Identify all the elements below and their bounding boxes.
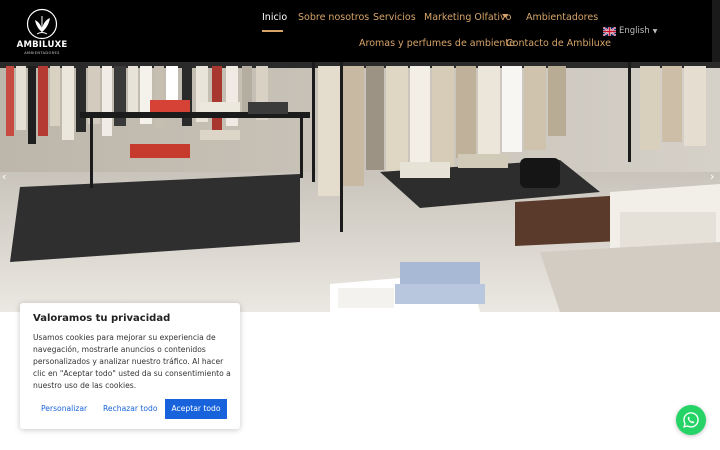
slider-next-arrow[interactable]: ›	[710, 170, 714, 183]
accept-all-button[interactable]: Aceptar todo	[165, 399, 227, 419]
hero-slider: ‹ ›	[0, 62, 720, 312]
language-label: English	[619, 26, 650, 36]
brand-tagline: AMBIENTADORES	[24, 51, 60, 55]
nav-item-sobre-nosotros[interactable]: Sobre nosotros	[298, 12, 369, 23]
uk-flag-icon	[603, 26, 616, 36]
store-interior-image	[0, 62, 720, 312]
site-header: AMBILUXE AMBIENTADORES Inicio Sobre noso…	[0, 0, 720, 62]
nav-item-ambientadores[interactable]: Ambientadores	[526, 12, 598, 23]
header-edge	[712, 0, 720, 62]
reject-all-button[interactable]: Rechazar todo	[103, 399, 158, 419]
slider-prev-arrow[interactable]: ‹	[2, 170, 6, 183]
leaf-logo-icon	[26, 8, 58, 40]
caret-down-icon: ▼	[652, 27, 658, 35]
nav-item-aromas[interactable]: Aromas y perfumes de ambiente	[359, 38, 515, 49]
nav-item-marketing-olfativo[interactable]: Marketing Olfativo	[424, 12, 511, 23]
cookie-consent-banner: Valoramos tu privacidad Usamos cookies p…	[20, 303, 240, 429]
whatsapp-icon	[683, 412, 699, 428]
chevron-down-icon[interactable]	[502, 14, 508, 18]
brand-name: AMBILUXE	[16, 40, 68, 50]
brand-logo[interactable]: AMBILUXE AMBIENTADORES	[14, 8, 70, 56]
language-switcher[interactable]: English ▼	[603, 25, 657, 37]
customize-button[interactable]: Personalizar	[41, 399, 87, 419]
whatsapp-button[interactable]	[676, 405, 706, 435]
nav-item-contacto[interactable]: Contacto de Ambiluxe	[506, 38, 611, 49]
page: AMBILUXE AMBIENTADORES Inicio Sobre noso…	[0, 0, 720, 450]
cookie-description: Usamos cookies para mejorar su experienc…	[33, 333, 231, 390]
nav-item-inicio[interactable]: Inicio	[262, 12, 287, 23]
nav-active-indicator	[262, 30, 283, 32]
cookie-title: Valoramos tu privacidad	[33, 313, 171, 324]
nav-item-servicios[interactable]: Servicios	[373, 12, 416, 23]
